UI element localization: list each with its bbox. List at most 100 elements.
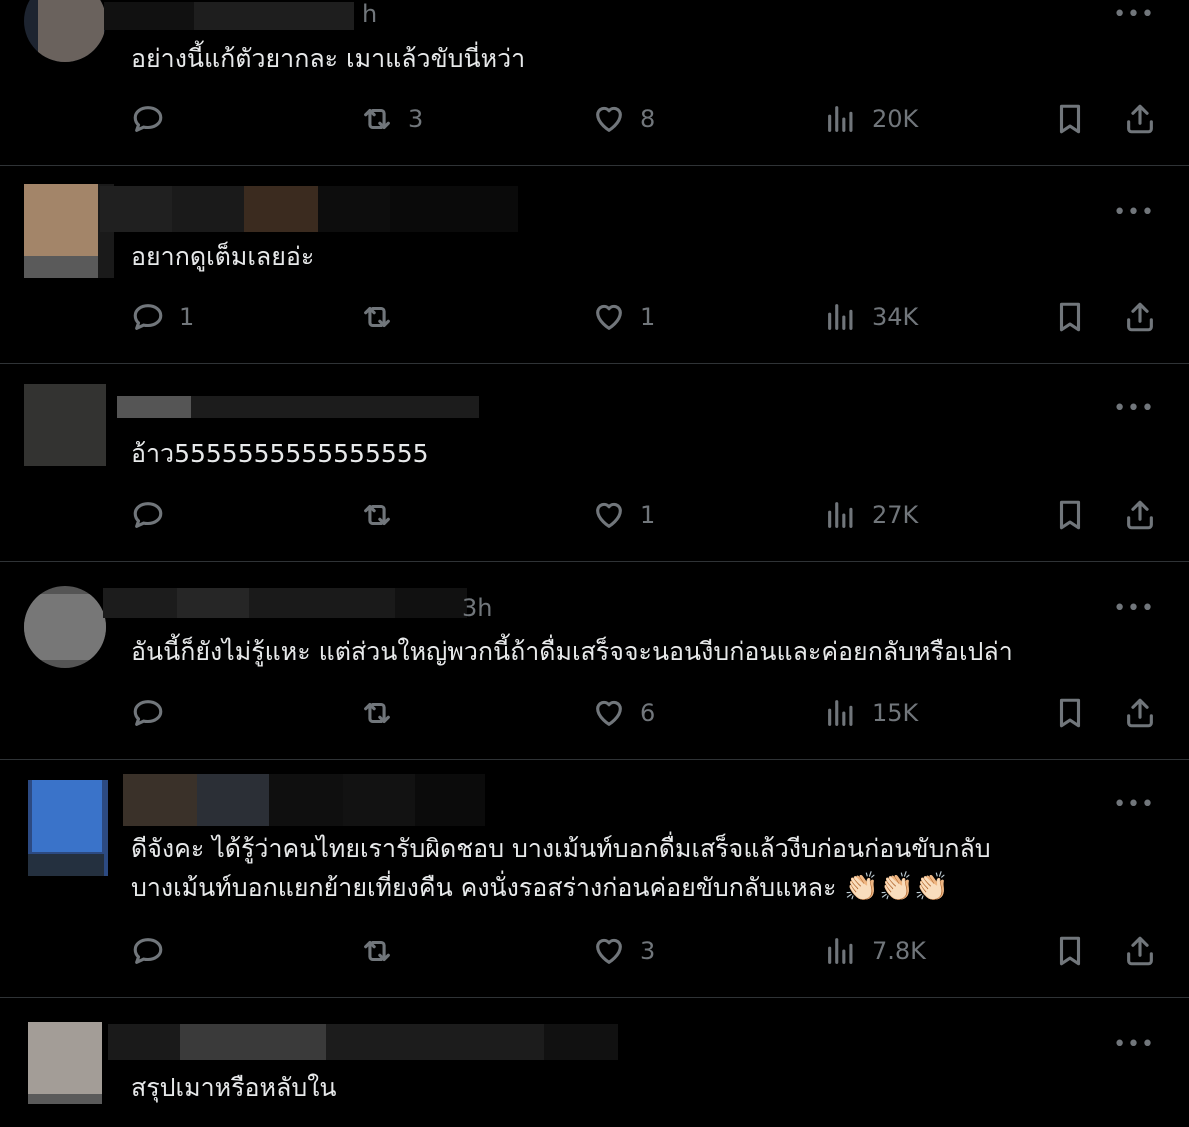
more-dots-icon[interactable]: ••• — [1113, 2, 1155, 27]
bar-chart-icon — [828, 938, 853, 964]
share-upload-icon — [1127, 500, 1153, 530]
views-button[interactable]: 7.8K — [824, 934, 926, 968]
views-count: 27K — [872, 501, 919, 529]
reply-button[interactable]: 1 — [131, 300, 194, 334]
avatar[interactable] — [24, 384, 106, 466]
heart-icon — [596, 304, 622, 330]
views-button[interactable]: 27K — [824, 498, 918, 532]
views-count: 20K — [872, 105, 919, 133]
bookmark-button[interactable] — [1053, 300, 1087, 334]
speech-bubble-icon — [133, 106, 163, 132]
reply-text: ดีจังคะ ได้รู้ว่าคนไทยเรารับผิดชอบ บางเม… — [131, 834, 991, 903]
reply-item[interactable]: ••• สรุปเมาหรือหลับใน — [0, 998, 1189, 1127]
reply-text: อยากดูเต็มเลยอ่ะ — [131, 242, 315, 271]
repost-arrows-icon — [364, 108, 390, 130]
bookmark-button[interactable] — [1053, 934, 1087, 968]
bookmark-icon — [1059, 500, 1081, 530]
username-blurred[interactable] — [123, 774, 485, 826]
timestamp[interactable]: 3h — [462, 594, 492, 622]
avatar[interactable] — [24, 586, 106, 668]
username-blurred[interactable] — [103, 588, 467, 618]
reply-item[interactable]: ••• อ้าว5555555555555555 1 27K — [0, 364, 1189, 562]
views-button[interactable]: 34K — [824, 300, 918, 334]
reply-button[interactable] — [131, 696, 179, 730]
reply-item[interactable]: ••• ดีจังคะ ได้รู้ว่าคนไทยเรารับผิดชอบ บ… — [0, 760, 1189, 998]
reply-item[interactable]: ••• อยากดูเต็มเลยอ่ะ 1 1 34K — [0, 166, 1189, 364]
like-count: 3 — [640, 937, 656, 965]
share-button[interactable] — [1123, 300, 1157, 334]
bookmark-button[interactable] — [1053, 102, 1087, 136]
views-button[interactable]: 20K — [824, 102, 918, 136]
action-bar: 3 7.8K — [0, 934, 1189, 974]
repost-arrows-icon — [364, 306, 390, 328]
like-button[interactable]: 1 — [592, 498, 655, 532]
bookmark-icon — [1059, 104, 1081, 134]
more-dots-icon[interactable]: ••• — [1113, 1032, 1155, 1057]
action-bar: 1 27K — [0, 498, 1189, 538]
views-count: 7.8K — [872, 937, 926, 965]
views-count: 15K — [872, 699, 919, 727]
reply-button[interactable] — [131, 934, 179, 968]
like-button[interactable]: 8 — [592, 102, 655, 136]
reply-text: สรุปเมาหรือหลับใน — [131, 1073, 337, 1102]
heart-icon — [596, 938, 622, 964]
share-button[interactable] — [1123, 498, 1157, 532]
bar-chart-icon — [828, 700, 853, 726]
bookmark-button[interactable] — [1053, 696, 1087, 730]
bookmark-icon — [1059, 698, 1081, 728]
like-count: 1 — [640, 501, 656, 529]
reply-button[interactable] — [131, 498, 179, 532]
bookmark-icon — [1059, 936, 1081, 966]
like-count: 8 — [640, 105, 656, 133]
action-bar: 1 1 34K — [0, 300, 1189, 340]
avatar[interactable] — [24, 0, 106, 62]
heart-icon — [596, 502, 622, 528]
username-blurred[interactable] — [108, 1024, 618, 1060]
bar-chart-icon — [828, 502, 853, 528]
bar-chart-icon — [828, 304, 853, 330]
more-dots-icon[interactable]: ••• — [1113, 396, 1155, 421]
speech-bubble-icon — [133, 304, 163, 330]
repost-arrows-icon — [364, 504, 390, 526]
speech-bubble-icon — [133, 938, 163, 964]
repost-button[interactable] — [360, 300, 408, 334]
share-upload-icon — [1127, 302, 1153, 332]
more-dots-icon[interactable]: ••• — [1113, 792, 1155, 817]
avatar[interactable] — [28, 780, 108, 876]
reply-text: อันนี้ก็ยังไม่รู้แหะ แต่ส่วนใหญ่พวกนี้ถ้… — [131, 637, 1013, 666]
reply-item[interactable]: 3h ••• อันนี้ก็ยังไม่รู้แหะ แต่ส่วนใหญ่พ… — [0, 562, 1189, 760]
share-button[interactable] — [1123, 934, 1157, 968]
share-upload-icon — [1127, 104, 1153, 134]
reply-text: อย่างนี้แก้ตัวยากละ เมาแล้วขับนี่หว่า — [131, 44, 526, 73]
bar-chart-icon — [828, 106, 853, 132]
avatar[interactable] — [28, 1022, 102, 1104]
repost-arrows-icon — [364, 702, 390, 724]
timestamp[interactable]: h — [362, 0, 377, 28]
repost-button[interactable] — [360, 498, 408, 532]
username-blurred[interactable] — [117, 396, 479, 418]
share-button[interactable] — [1123, 102, 1157, 136]
reply-button[interactable] — [131, 102, 179, 136]
repost-arrows-icon — [364, 940, 390, 962]
like-count: 1 — [640, 303, 656, 331]
like-button[interactable]: 3 — [592, 934, 655, 968]
like-button[interactable]: 6 — [592, 696, 655, 730]
reply-item[interactable]: h ••• อย่างนี้แก้ตัวยากละ เมาแล้วขับนี่ห… — [0, 0, 1189, 166]
username-blurred[interactable] — [104, 2, 354, 30]
share-button[interactable] — [1123, 696, 1157, 730]
views-button[interactable]: 15K — [824, 696, 918, 730]
repost-count: 3 — [408, 105, 424, 133]
views-count: 34K — [872, 303, 919, 331]
clapping-hands-emoji: 👏🏻👏🏻👏🏻 — [844, 870, 949, 903]
speech-bubble-icon — [133, 700, 163, 726]
action-bar: 3 8 20K — [0, 102, 1189, 142]
repost-button[interactable] — [360, 696, 408, 730]
more-dots-icon[interactable]: ••• — [1113, 200, 1155, 225]
repost-button[interactable] — [360, 934, 408, 968]
bookmark-button[interactable] — [1053, 498, 1087, 532]
repost-button[interactable]: 3 — [360, 102, 423, 136]
heart-icon — [596, 106, 622, 132]
username-blurred[interactable] — [100, 186, 518, 232]
more-dots-icon[interactable]: ••• — [1113, 596, 1155, 621]
like-button[interactable]: 1 — [592, 300, 655, 334]
